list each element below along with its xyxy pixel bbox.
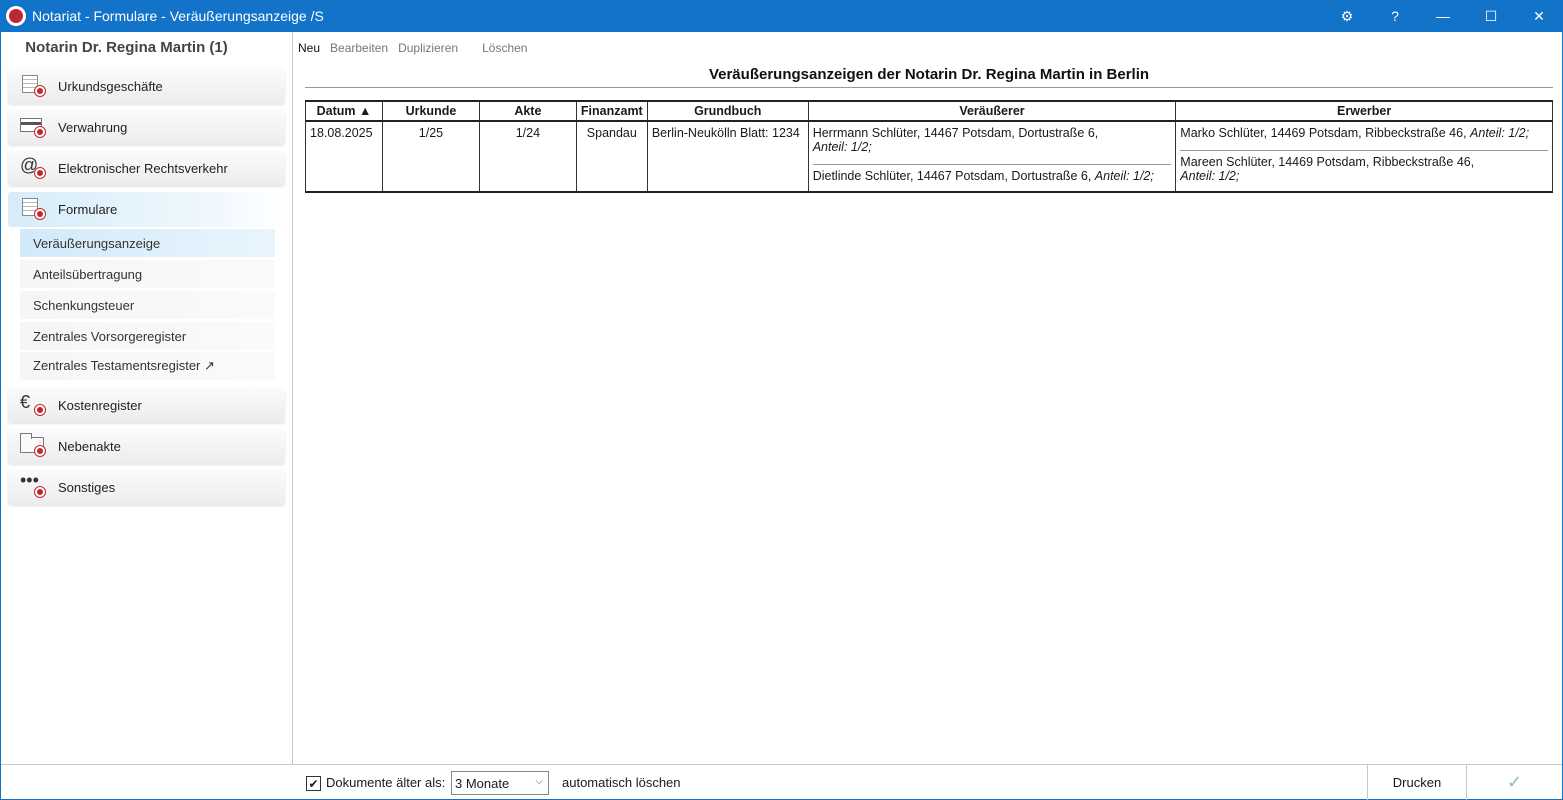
cell-buyers: Marko Schlüter, 14469 Potsdam, Ribbeckst… xyxy=(1175,120,1553,193)
column-header-akte[interactable]: Akte xyxy=(478,100,577,122)
new-button[interactable]: Neu xyxy=(298,41,320,55)
cell-deed: 1/25 xyxy=(381,120,480,193)
column-header-veraeusserer[interactable]: Veräußerer xyxy=(807,100,1177,122)
buyer-text: Marko Schlüter, 14469 Potsdam, Ribbeckst… xyxy=(1180,126,1467,140)
buyer-share: Anteil: 1/2; xyxy=(1180,169,1240,183)
duplicate-button[interactable]: Duplizieren xyxy=(398,41,458,55)
edit-button[interactable]: Bearbeiten xyxy=(330,41,388,55)
column-header-finanzamt[interactable]: Finanzamt xyxy=(575,100,648,122)
age-select-value: 3 Monate xyxy=(455,775,510,791)
auto-delete-label: automatisch löschen xyxy=(562,775,681,790)
window-controls: ⚙ ? — ☐ ✕ xyxy=(1323,0,1563,32)
subitem-zentrales-vorsorgeregister[interactable]: Zentrales Vorsorgeregister xyxy=(20,322,275,350)
cell-file: 1/24 xyxy=(478,120,577,193)
sidebar-item-label: Sonstiges xyxy=(58,480,116,495)
window-title: Notariat - Formulare - Veräußerungsanzei… xyxy=(32,8,324,24)
main-content: Veräußerungsanzeigen der Notarin Dr. Reg… xyxy=(305,62,1553,193)
column-header-grundbuch[interactable]: Grundbuch xyxy=(646,100,809,122)
cell-date: 18.08.2025 xyxy=(305,120,383,193)
dots-seal-icon: ••• xyxy=(20,470,50,502)
seller-entry: Herrmann Schlüter, 14467 Potsdam, Dortus… xyxy=(813,126,1172,158)
sidebar-item-formulare[interactable]: Formulare xyxy=(8,192,285,227)
folder-seal-icon xyxy=(20,432,50,461)
table-header-row: Datum ▲ Urkunde Akte Finanzamt Grundbuch… xyxy=(305,100,1553,122)
cell-land-register: Berlin-Neukölln Blatt: 1234 xyxy=(646,120,809,193)
document-seal-icon xyxy=(20,196,50,224)
sidebar-item-verwahrung[interactable]: Verwahrung xyxy=(8,110,285,145)
sidebar-item-label: Elektronischer Rechtsverkehr xyxy=(58,161,228,176)
document-seal-icon xyxy=(20,73,50,101)
sidebar-item-label: Nebenakte xyxy=(58,439,121,454)
sidebar-item-label: Formulare xyxy=(58,202,118,217)
app-logo-icon xyxy=(6,6,26,26)
buyer-text: Mareen Schlüter, 14469 Potsdam, Ribbecks… xyxy=(1180,155,1475,169)
subitem-veraeusserungsanzeige[interactable]: Veräußerungsanzeige xyxy=(20,229,275,257)
bottom-bar: ✔ Dokumente älter als: 3 Monate ⌵ automa… xyxy=(1,764,1562,800)
minimize-icon[interactable]: — xyxy=(1419,0,1467,32)
sidebar: Notarin Dr. Regina Martin (1) Urkundsges… xyxy=(1,32,293,764)
settings-icon[interactable]: ⚙ xyxy=(1323,0,1371,32)
sidebar-item-kostenregister[interactable]: € Kostenregister xyxy=(8,388,285,423)
at-seal-icon: @ xyxy=(20,155,50,183)
subitem-zentrales-testamentsregister[interactable]: Zentrales Testamentsregister ↗ xyxy=(20,352,275,380)
auto-delete-checkbox[interactable]: ✔ xyxy=(306,776,321,791)
column-header-datum[interactable]: Datum ▲ xyxy=(305,100,383,122)
sidebar-item-elektronischer-rechtsverkehr[interactable]: @ Elektronischer Rechtsverkehr xyxy=(8,151,285,186)
toolbar: Neu Bearbeiten Duplizieren Löschen xyxy=(298,38,537,58)
cell-sellers: Herrmann Schlüter, 14467 Potsdam, Dortus… xyxy=(807,120,1177,193)
chevron-down-icon: ⌵ xyxy=(535,776,543,787)
title-bar: Notariat - Formulare - Veräußerungsanzei… xyxy=(0,0,1563,32)
delete-button[interactable]: Löschen xyxy=(482,41,527,55)
seller-text: Dietlinde Schlüter, 14467 Potsdam, Dortu… xyxy=(812,169,1092,183)
column-header-urkunde[interactable]: Urkunde xyxy=(381,100,480,122)
confirm-check-icon[interactable]: ✓ xyxy=(1467,765,1562,800)
seller-share: Anteil: 1/2; xyxy=(812,140,872,154)
sidebar-header: Notarin Dr. Regina Martin (1) xyxy=(25,38,228,56)
cell-tax-office: Spandau xyxy=(575,120,648,193)
subitem-schenkungsteuer[interactable]: Schenkungsteuer xyxy=(20,291,275,319)
maximize-icon[interactable]: ☐ xyxy=(1467,0,1515,32)
table-row[interactable]: 18.08.2025 1/25 1/24 Spandau Berlin-Neuk… xyxy=(305,120,1553,193)
buyer-entry: Marko Schlüter, 14469 Potsdam, Ribbeckst… xyxy=(1180,126,1548,144)
column-header-erwerber[interactable]: Erwerber xyxy=(1175,100,1553,122)
age-select[interactable]: 3 Monate ⌵ xyxy=(451,771,549,795)
seller-text: Herrmann Schlüter, 14467 Potsdam, Dortus… xyxy=(812,126,1099,140)
help-icon[interactable]: ? xyxy=(1371,0,1419,32)
auto-delete-checkbox-label: Dokumente älter als: xyxy=(326,775,446,790)
sidebar-item-label: Kostenregister xyxy=(58,398,142,413)
sidebar-item-nebenakte[interactable]: Nebenakte xyxy=(8,429,285,464)
sidebar-item-label: Verwahrung xyxy=(58,120,128,135)
seller-entry: Dietlinde Schlüter, 14467 Potsdam, Dortu… xyxy=(812,164,1172,187)
seller-share: Anteil: 1/2; xyxy=(1094,169,1154,183)
card-seal-icon xyxy=(20,114,50,142)
sidebar-item-label: Urkundsgeschäfte xyxy=(58,79,163,94)
buyer-entry: Mareen Schlüter, 14469 Potsdam, Ribbecks… xyxy=(1180,150,1548,187)
subitem-anteilsuebertragung[interactable]: Anteilsübertragung xyxy=(20,260,275,288)
euro-seal-icon: € xyxy=(20,392,50,420)
records-table: Datum ▲ Urkunde Akte Finanzamt Grundbuch… xyxy=(305,100,1553,193)
print-button[interactable]: Drucken xyxy=(1368,765,1466,800)
sidebar-item-sonstiges[interactable]: ••• Sonstiges xyxy=(8,470,285,505)
page-title: Veräußerungsanzeigen der Notarin Dr. Reg… xyxy=(305,62,1553,88)
buyer-share: Anteil: 1/2; xyxy=(1470,126,1530,140)
sidebar-item-urkundsgeschaefte[interactable]: Urkundsgeschäfte xyxy=(8,69,285,104)
close-icon[interactable]: ✕ xyxy=(1515,0,1563,32)
